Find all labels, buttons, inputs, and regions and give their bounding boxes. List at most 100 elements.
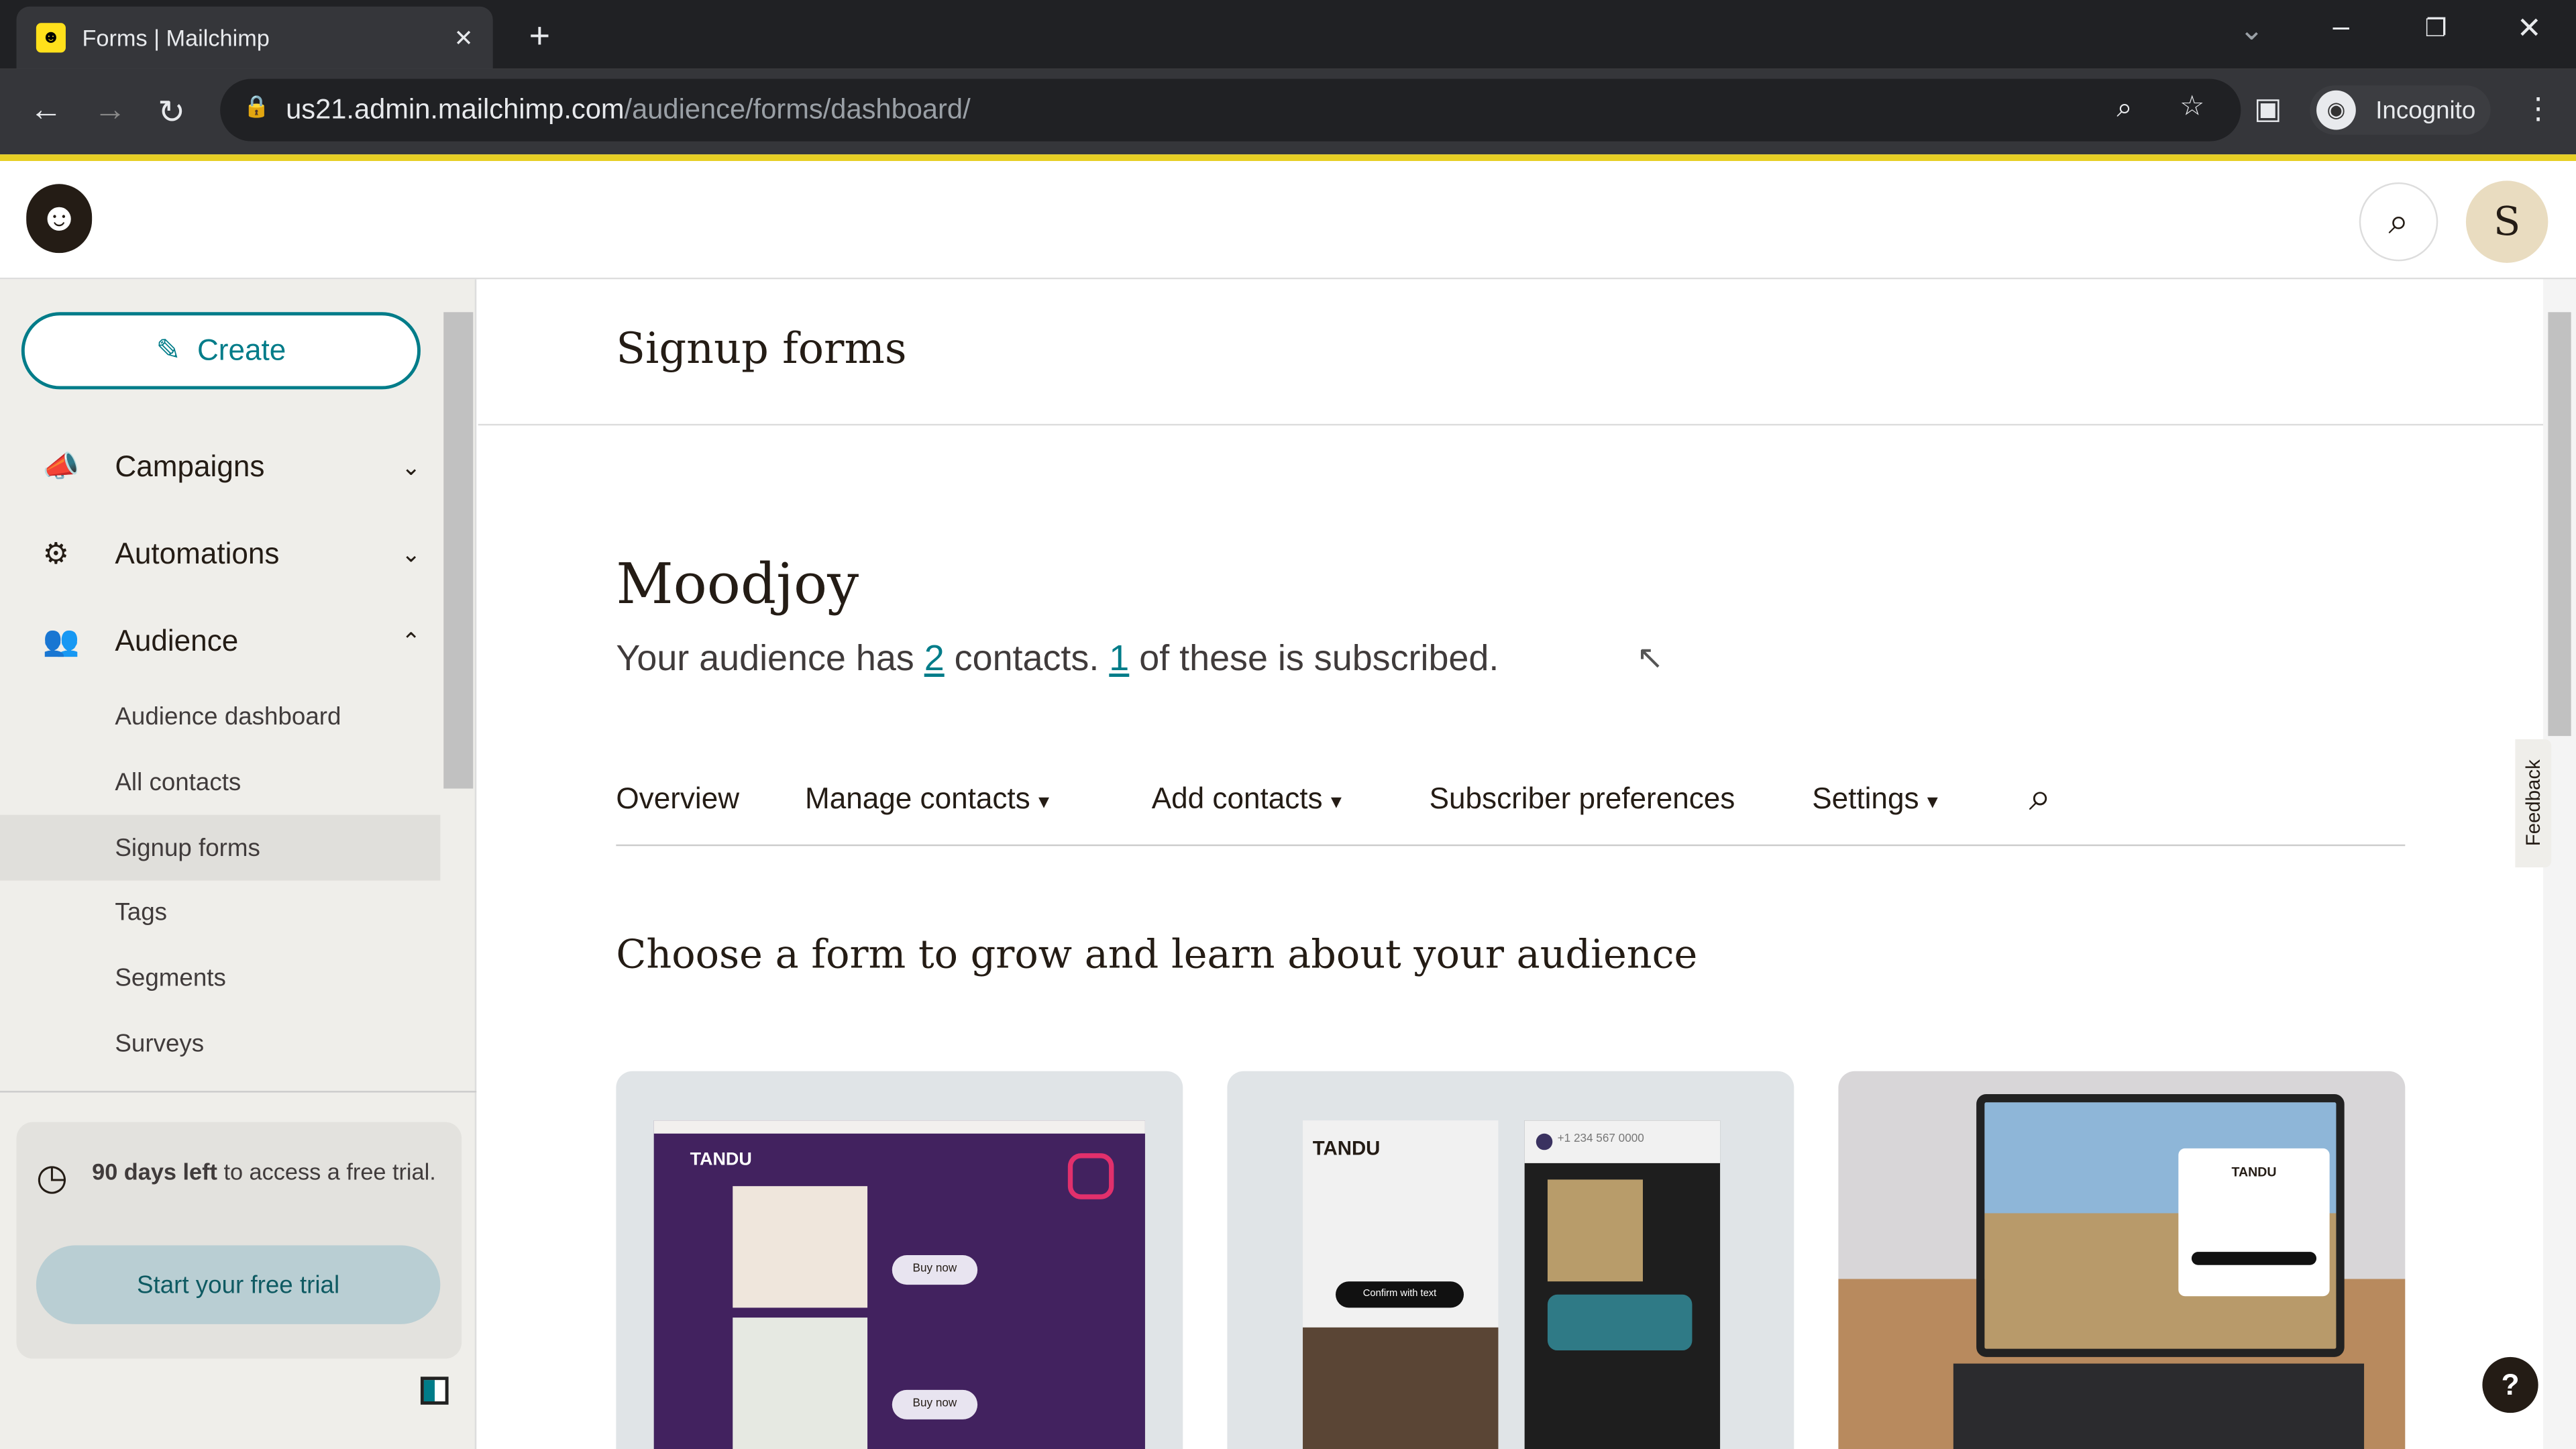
popup-form: TANDU <box>2178 1148 2330 1297</box>
subscribed-count-link[interactable]: 1 <box>1109 637 1129 678</box>
mouse-cursor-icon: ↖ <box>1636 641 1664 677</box>
side-panel-icon[interactable]: ▣ <box>2254 92 2282 126</box>
summary-text: of these is subscribed. <box>1129 637 1499 679</box>
confirm-button: Confirm with text <box>1336 1281 1464 1308</box>
phone-number: +1 234 567 0000 <box>1557 1133 1644 1145</box>
new-tab-icon[interactable]: + <box>529 15 550 58</box>
clock-icon: ◷ <box>36 1157 68 1198</box>
brand-logo: TANDU <box>2231 1165 2277 1180</box>
chevron-down-icon: ▾ <box>1927 788 1938 814</box>
search-icon: ⌕ <box>2388 200 2409 242</box>
help-button[interactable]: ? <box>2482 1356 2538 1413</box>
create-button[interactable]: ✎ Create <box>21 312 421 390</box>
audience-summary: Your audience has 2 contacts. 1 of these… <box>616 637 1499 680</box>
nav-label: Campaigns <box>115 449 265 482</box>
product-image <box>733 1186 868 1308</box>
audience-name: Moodjoy <box>616 551 859 618</box>
brand-logo: TANDU <box>690 1150 752 1170</box>
search-icon[interactable]: ⌕ <box>2029 775 2051 822</box>
tab-settings[interactable]: Settings ▾ <box>1812 782 1938 816</box>
instagram-icon <box>1067 1153 1114 1199</box>
card-preview: TANDU Buy now Buy now <box>653 1120 1145 1449</box>
tab-overview[interactable]: Overview <box>616 782 739 816</box>
section-title: Choose a form to grow and learn about yo… <box>616 931 1698 978</box>
tab-manage-contacts[interactable]: Manage contacts ▾ <box>805 782 1049 816</box>
form-card-embedded[interactable]: TANDU Buy now Buy now <box>616 1071 1183 1449</box>
address-bar[interactable]: 🔒 us21.admin.mailchimp.com/audience/form… <box>220 78 2241 142</box>
pencil-icon: ✎ <box>156 333 181 367</box>
chevron-down-icon: ⌄ <box>401 539 421 566</box>
reload-icon[interactable]: ↻ <box>158 92 185 133</box>
forward-icon[interactable]: → <box>94 92 127 129</box>
buy-now-button: Buy now <box>892 1389 978 1419</box>
page-title: Signup forms <box>616 325 907 375</box>
profile-label: Incognito <box>2375 96 2476 124</box>
incognito-icon: ◉ <box>2316 90 2356 130</box>
feedback-tab[interactable]: Feedback <box>2515 739 2552 868</box>
accent-stripe <box>0 154 2576 162</box>
tab-label: Settings <box>1812 782 1919 815</box>
chevron-down-icon: ⌄ <box>401 452 421 479</box>
avatar[interactable]: S <box>2465 180 2548 263</box>
sidebar-sub-all-contacts[interactable]: All contacts <box>0 749 440 815</box>
chevron-down-icon: ▾ <box>1038 788 1050 814</box>
trial-days: 90 days left <box>92 1158 217 1185</box>
create-label: Create <box>197 333 286 367</box>
sidebar-item-campaigns[interactable]: 📣 Campaigns ⌄ <box>43 434 421 500</box>
tab-title: Forms | Mailchimp <box>82 24 270 51</box>
laptop-keyboard <box>1953 1363 2365 1449</box>
bookmark-star-icon[interactable]: ☆ <box>2180 91 2204 123</box>
zoom-icon[interactable]: ⌕ <box>2116 92 2132 125</box>
form-card-sms[interactable]: TANDU Confirm with text +1 234 567 0000 <box>1227 1071 1794 1449</box>
back-icon[interactable]: ← <box>30 92 62 129</box>
card-preview: TANDU Confirm with text <box>1303 1120 1499 1449</box>
lock-icon: 🔒 <box>243 93 270 119</box>
divider <box>0 1091 477 1093</box>
url-path: /audience/forms/dashboard/ <box>624 93 971 125</box>
summary-text: Your audience has <box>616 637 924 679</box>
contacts-count-link[interactable]: 2 <box>924 637 945 678</box>
audience-icon: 👥 <box>42 623 80 657</box>
restore-icon[interactable]: ❐ <box>2425 13 2447 43</box>
nav-label: Audience <box>115 623 239 657</box>
trial-desc: to access a free trial. <box>217 1158 436 1185</box>
browser-tab[interactable]: ☻ Forms | Mailchimp ✕ <box>16 6 493 69</box>
tab-label: Add contacts <box>1151 782 1323 815</box>
message-bubble <box>1547 1294 1693 1351</box>
sidebar-sub-segments[interactable]: Segments <box>0 945 440 1010</box>
sidebar-sub-tags[interactable]: Tags <box>0 879 440 945</box>
browser-menu-icon[interactable]: ⋮ <box>2524 92 2553 126</box>
buy-now-button: Buy now <box>892 1255 978 1285</box>
sidebar-sub-signup-forms[interactable]: Signup forms <box>0 814 441 881</box>
sidebar-sub-surveys[interactable]: Surveys <box>0 1010 440 1076</box>
tabs-divider <box>616 844 2406 847</box>
start-trial-button[interactable]: Start your free trial <box>36 1245 441 1324</box>
mailchimp-logo[interactable]: ☻ <box>26 184 93 254</box>
sidebar-item-audience[interactable]: 👥 Audience ⌃ <box>43 608 421 674</box>
minimize-icon[interactable]: – <box>2333 10 2350 44</box>
collapse-sidebar-icon[interactable] <box>420 1377 449 1405</box>
brand-logo: TANDU <box>1312 1136 1381 1160</box>
close-window-icon[interactable]: ✕ <box>2517 11 2542 46</box>
tab-subscriber-preferences[interactable]: Subscriber preferences <box>1430 782 1735 816</box>
summary-text: contacts. <box>944 637 1110 679</box>
trial-text: 90 days left to access a free trial. <box>92 1153 437 1189</box>
megaphone-icon: 📣 <box>42 449 80 482</box>
sidebar-item-automations[interactable]: ⚙ Automations ⌄ <box>43 521 421 586</box>
product-image <box>733 1318 868 1449</box>
sidebar-sub-audience-dashboard[interactable]: Audience dashboard <box>0 684 440 749</box>
app-header <box>0 161 2576 280</box>
incognito-badge[interactable]: ◉ Incognito <box>2310 85 2491 135</box>
global-search-button[interactable]: ⌕ <box>2359 182 2438 262</box>
phone-preview: +1 234 567 0000 <box>1524 1120 1721 1449</box>
close-tab-icon[interactable]: ✕ <box>454 24 474 52</box>
form-card-popup[interactable]: TANDU <box>1838 1071 2406 1449</box>
tab-add-contacts[interactable]: Add contacts ▾ <box>1152 782 1342 816</box>
tab-search-icon[interactable]: ⌄ <box>2239 13 2264 48</box>
divider <box>478 423 2544 426</box>
url-host: us21.admin.mailchimp.com <box>286 93 625 125</box>
nav-label: Automations <box>115 536 280 570</box>
automation-icon: ⚙ <box>42 536 70 570</box>
laptop-screen: TANDU <box>1976 1094 2345 1357</box>
sidebar-scrollbar[interactable] <box>443 312 474 789</box>
